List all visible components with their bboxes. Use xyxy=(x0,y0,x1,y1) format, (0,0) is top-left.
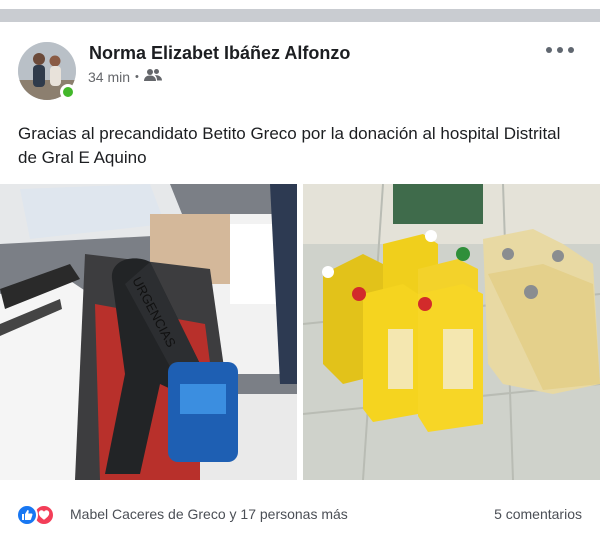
reaction-icons[interactable] xyxy=(16,504,55,526)
more-options-icon[interactable] xyxy=(546,44,574,56)
post-time[interactable]: 34 min xyxy=(88,69,130,85)
like-icon xyxy=(16,504,38,526)
post-footer: Mabel Caceres de Greco y 17 personas más… xyxy=(0,492,600,537)
post-text: Gracias al precandidato Betito Greco por… xyxy=(18,124,561,167)
photo-grid: URGENCIAS xyxy=(0,184,600,480)
photo-bleach-jugs[interactable] xyxy=(303,184,600,480)
post-header: Norma Elizabet Ibáñez Alfonzo 34 min • xyxy=(0,22,600,106)
top-divider xyxy=(0,0,600,22)
photo-thermometer-box[interactable]: URGENCIAS xyxy=(0,184,297,480)
online-status-icon xyxy=(60,84,76,100)
separator-dot: • xyxy=(135,70,139,83)
author-name[interactable]: Norma Elizabet Ibáñez Alfonzo xyxy=(89,43,350,64)
post-meta: 34 min • xyxy=(88,68,162,85)
author-avatar[interactable] xyxy=(18,42,76,100)
friends-icon[interactable] xyxy=(143,68,162,85)
comments-count[interactable]: 5 comentarios xyxy=(494,506,582,522)
reaction-summary[interactable]: Mabel Caceres de Greco y 17 personas más xyxy=(70,506,348,522)
feed-post: Norma Elizabet Ibáñez Alfonzo 34 min • G… xyxy=(0,22,600,541)
